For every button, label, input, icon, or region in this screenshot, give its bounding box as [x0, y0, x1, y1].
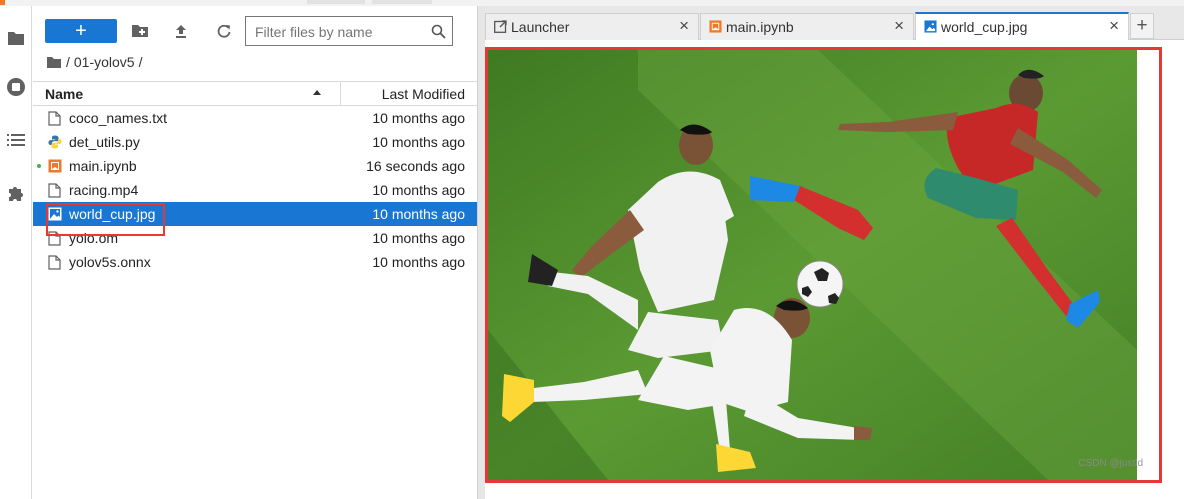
file-row-yolov5s-onnx[interactable]: yolov5s.onnx 10 months ago — [33, 250, 477, 274]
csdn-watermark: CSDN @justld — [1078, 458, 1143, 469]
running-sessions-icon[interactable] — [4, 75, 28, 99]
filter-files-input[interactable] — [255, 22, 425, 41]
file-icon — [48, 183, 62, 198]
tab-main-ipynb[interactable]: main.ipynb × — [700, 13, 914, 40]
breadcrumb-separator: / — [138, 54, 143, 70]
notebook-icon — [48, 159, 62, 173]
file-modified: 10 months ago — [372, 110, 465, 126]
menu-item-fragment[interactable] — [307, 0, 365, 4]
breadcrumb-folder[interactable]: 01-yolov5 — [74, 54, 135, 70]
text-file-icon — [48, 111, 62, 126]
file-browser-panel: + / 01-yolov5 / Name Last Modified coco_ — [33, 6, 477, 499]
notebook-icon — [709, 20, 722, 33]
file-modified: 10 months ago — [372, 254, 465, 270]
new-launcher-button[interactable]: + — [45, 19, 117, 43]
file-modified: 10 months ago — [372, 182, 465, 198]
file-name: coco_names.txt — [69, 110, 168, 126]
file-name: racing.mp4 — [69, 182, 139, 198]
file-row-coco-names[interactable]: coco_names.txt 10 months ago — [33, 106, 477, 130]
file-name: det_utils.py — [69, 134, 140, 150]
image-viewer-highlight-frame: CSDN @justld — [485, 47, 1162, 483]
menu-item-fragment[interactable] — [372, 0, 432, 4]
tab-launcher[interactable]: Launcher × — [485, 13, 699, 40]
new-folder-icon[interactable] — [129, 20, 151, 42]
image-file-icon — [924, 20, 937, 33]
file-name: main.ipynb — [69, 158, 137, 174]
folder-icon[interactable] — [4, 26, 28, 50]
file-icon — [48, 255, 62, 270]
tab-label: world_cup.jpg — [941, 19, 1028, 35]
world-cup-image — [488, 50, 1137, 480]
jupyter-logo-icon — [0, 0, 5, 5]
breadcrumb-home-folder-icon[interactable] — [47, 56, 61, 68]
column-header-last-modified[interactable]: Last Modified — [382, 86, 465, 102]
upload-icon[interactable] — [170, 20, 192, 42]
breadcrumb: / 01-yolov5 / — [47, 53, 146, 71]
filter-files-box[interactable] — [245, 16, 453, 46]
annotation-highlight-box — [46, 203, 165, 236]
extensions-puzzle-icon[interactable] — [4, 181, 28, 205]
add-tab-button[interactable]: + — [1130, 13, 1154, 39]
search-icon[interactable] — [431, 24, 446, 44]
python-file-icon — [48, 135, 62, 149]
tab-label: Launcher — [511, 19, 570, 35]
refresh-icon[interactable] — [213, 20, 235, 42]
file-modified: 10 months ago — [372, 134, 465, 150]
file-modified: 10 months ago — [372, 230, 465, 246]
tab-label: main.ipynb — [726, 19, 794, 35]
soccer-ball — [796, 260, 844, 308]
table-of-contents-icon[interactable] — [4, 128, 28, 152]
activity-bar — [0, 6, 32, 499]
tab-world-cup-jpg[interactable]: world_cup.jpg × — [915, 12, 1129, 40]
document-tab-bar: Launcher × main.ipynb × world_cup.jpg × … — [485, 6, 1184, 40]
running-indicator-dot — [37, 164, 41, 168]
column-header-name[interactable]: Name — [45, 86, 83, 102]
launcher-icon — [494, 20, 507, 33]
file-row-det-utils[interactable]: det_utils.py 10 months ago — [33, 130, 477, 154]
main-dock-area: Launcher × main.ipynb × world_cup.jpg × … — [485, 6, 1184, 499]
file-list-header: Name Last Modified — [33, 81, 477, 106]
close-icon[interactable]: × — [1109, 17, 1119, 34]
sort-ascending-caret-icon[interactable] — [313, 90, 321, 95]
column-divider[interactable] — [340, 82, 341, 106]
file-modified: 10 months ago — [372, 206, 465, 222]
file-row-racing[interactable]: racing.mp4 10 months ago — [33, 178, 477, 202]
panel-splitter[interactable] — [477, 6, 485, 499]
file-modified: 16 seconds ago — [366, 158, 465, 174]
close-icon[interactable]: × — [894, 17, 904, 34]
close-icon[interactable]: × — [679, 17, 689, 34]
breadcrumb-separator: / — [66, 54, 70, 70]
file-row-main-ipynb[interactable]: main.ipynb 16 seconds ago — [33, 154, 477, 178]
soccer-photo-illustration — [488, 50, 1137, 480]
file-name: yolov5s.onnx — [69, 254, 151, 270]
